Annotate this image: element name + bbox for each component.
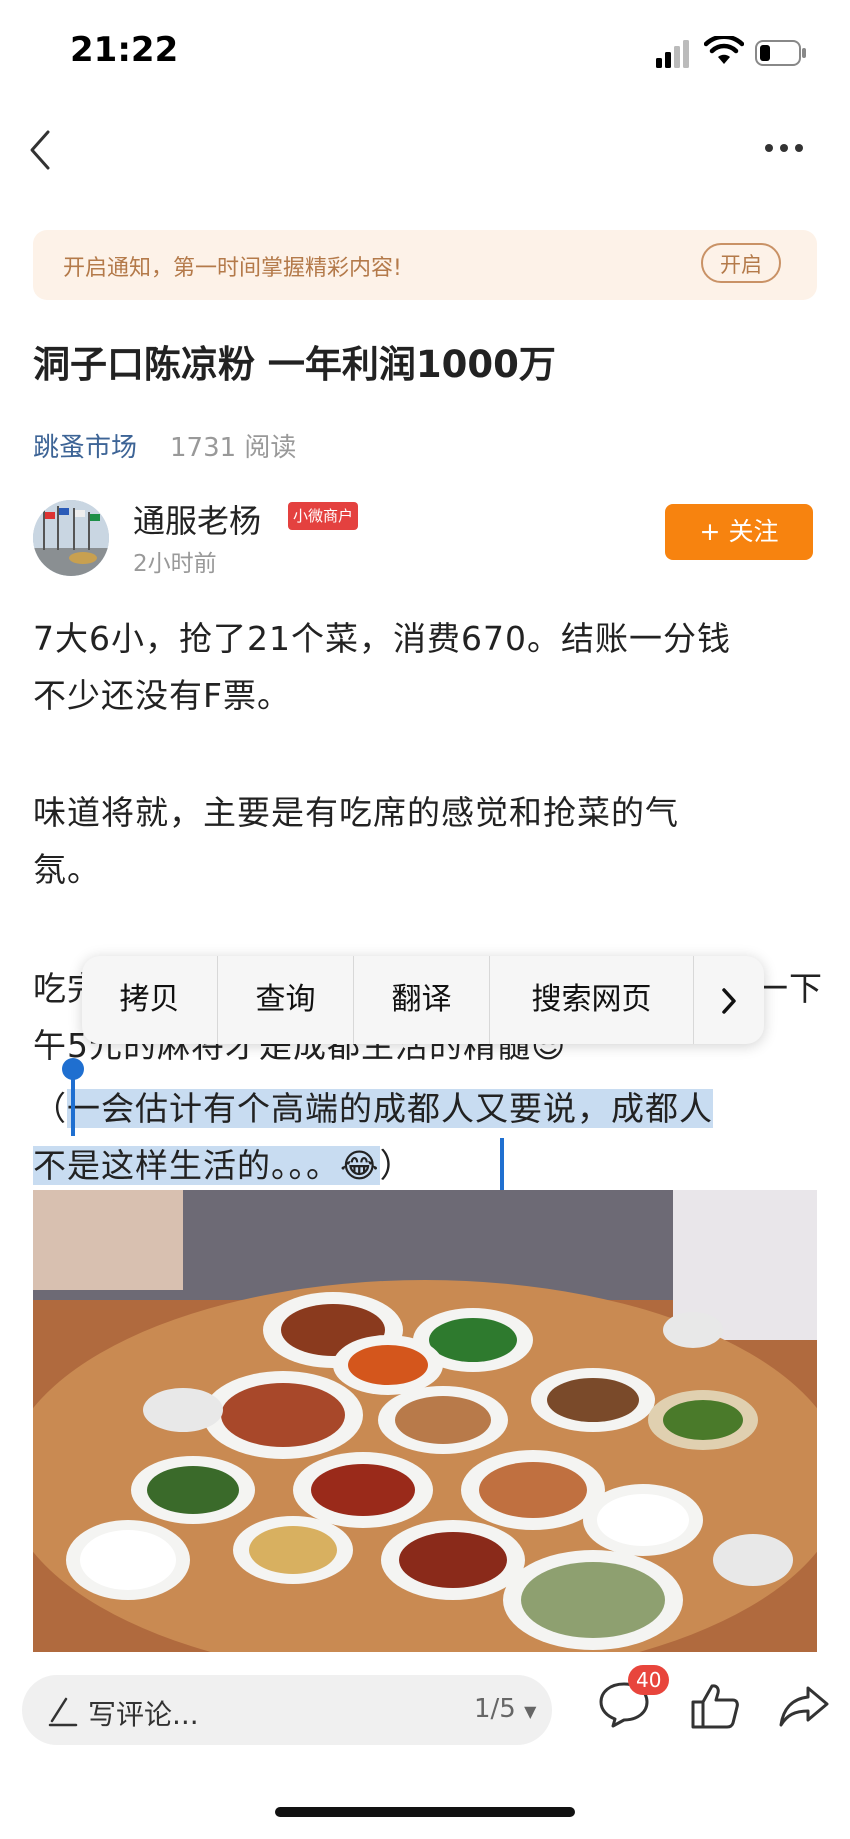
comment-input[interactable]: 写评论... 1/5 ▼ [22,1675,552,1745]
cell-signal-icon [656,40,689,68]
article-source-link[interactable]: 跳蚤市场 [33,427,137,464]
avatar[interactable] [33,500,109,576]
status-time: 21:22 [70,30,179,70]
back-arrow-icon[interactable] [26,128,54,172]
paragraph-4[interactable]: （一会估计有个高端的成都人又要说，成都人 不是这样生活的。。。😂） [33,1080,823,1194]
paragraph-1-line-1: 7大6小，抢了21个菜，消费670。结账一分钱 [33,619,731,658]
chevron-right-icon [722,987,736,1014]
post-time: 2小时前 [133,551,217,577]
paragraph-2-line-2: 氛。 [33,850,101,889]
enable-notification-button[interactable]: 开启 [701,243,781,283]
merchant-badge: 小微商户 [288,502,359,530]
author-name[interactable]: 通服老杨 [133,496,261,542]
paragraph-1: 7大6小，抢了21个菜，消费670。结账一分钱 不少还没有F票。 [33,610,823,724]
paragraph-4-open-paren: （ [33,1089,67,1128]
notification-banner: 开启通知，第一时间掌握精彩内容! 开启 [33,230,817,300]
thumbs-up-icon[interactable] [690,1682,740,1730]
pencil-icon [48,1697,78,1727]
comment-placeholder: 写评论... [88,1698,199,1731]
image-page-indicator[interactable]: 1/5 ▼ [474,1694,536,1724]
share-arrow-icon[interactable] [778,1684,830,1728]
paragraph-1-line-2: 不少还没有F票。 [33,676,291,715]
article-title: 洞子口陈凉粉 一年利润1000万 [33,343,556,386]
notification-text: 开启通知，第一时间掌握精彩内容! [63,256,402,281]
comment-count-badge: 40 [628,1665,670,1695]
selection-start-line [71,1076,75,1136]
selected-text-line-1[interactable]: 一会估计有个高端的成都人又要说，成都人 [67,1089,713,1128]
paragraph-2-line-1: 味道将就，主要是有吃席的感觉和抢菜的气 [33,793,679,832]
article-photo[interactable] [33,1190,817,1652]
paragraph-3-line-1-right: 一下 [755,969,823,1008]
paragraph-2: 味道将就，主要是有吃席的感觉和抢菜的气 氛。 [33,784,823,898]
read-count: 1731 阅读 [170,433,297,463]
page-indicator-text: 1/5 [474,1694,516,1724]
paragraph-4-close-paren: ） [379,1146,414,1185]
wifi-icon [704,36,744,64]
translate-menu-item[interactable]: 翻译 [354,956,490,1044]
text-context-menu: 拷贝 查询 翻译 搜索网页 [82,956,764,1044]
lookup-menu-item[interactable]: 查询 [218,956,354,1044]
copy-menu-item[interactable]: 拷贝 [82,956,218,1044]
selected-text-line-2[interactable]: 不是这样生活的。。。😂 [33,1146,380,1185]
caret-down-icon: ▼ [524,1702,537,1721]
menu-next-button[interactable] [694,956,764,1044]
search-web-menu-item[interactable]: 搜索网页 [490,956,694,1044]
follow-button[interactable]: + 关注 [665,504,813,560]
home-indicator[interactable] [275,1807,575,1817]
battery-icon [755,40,806,66]
more-dots-icon[interactable] [764,142,804,154]
